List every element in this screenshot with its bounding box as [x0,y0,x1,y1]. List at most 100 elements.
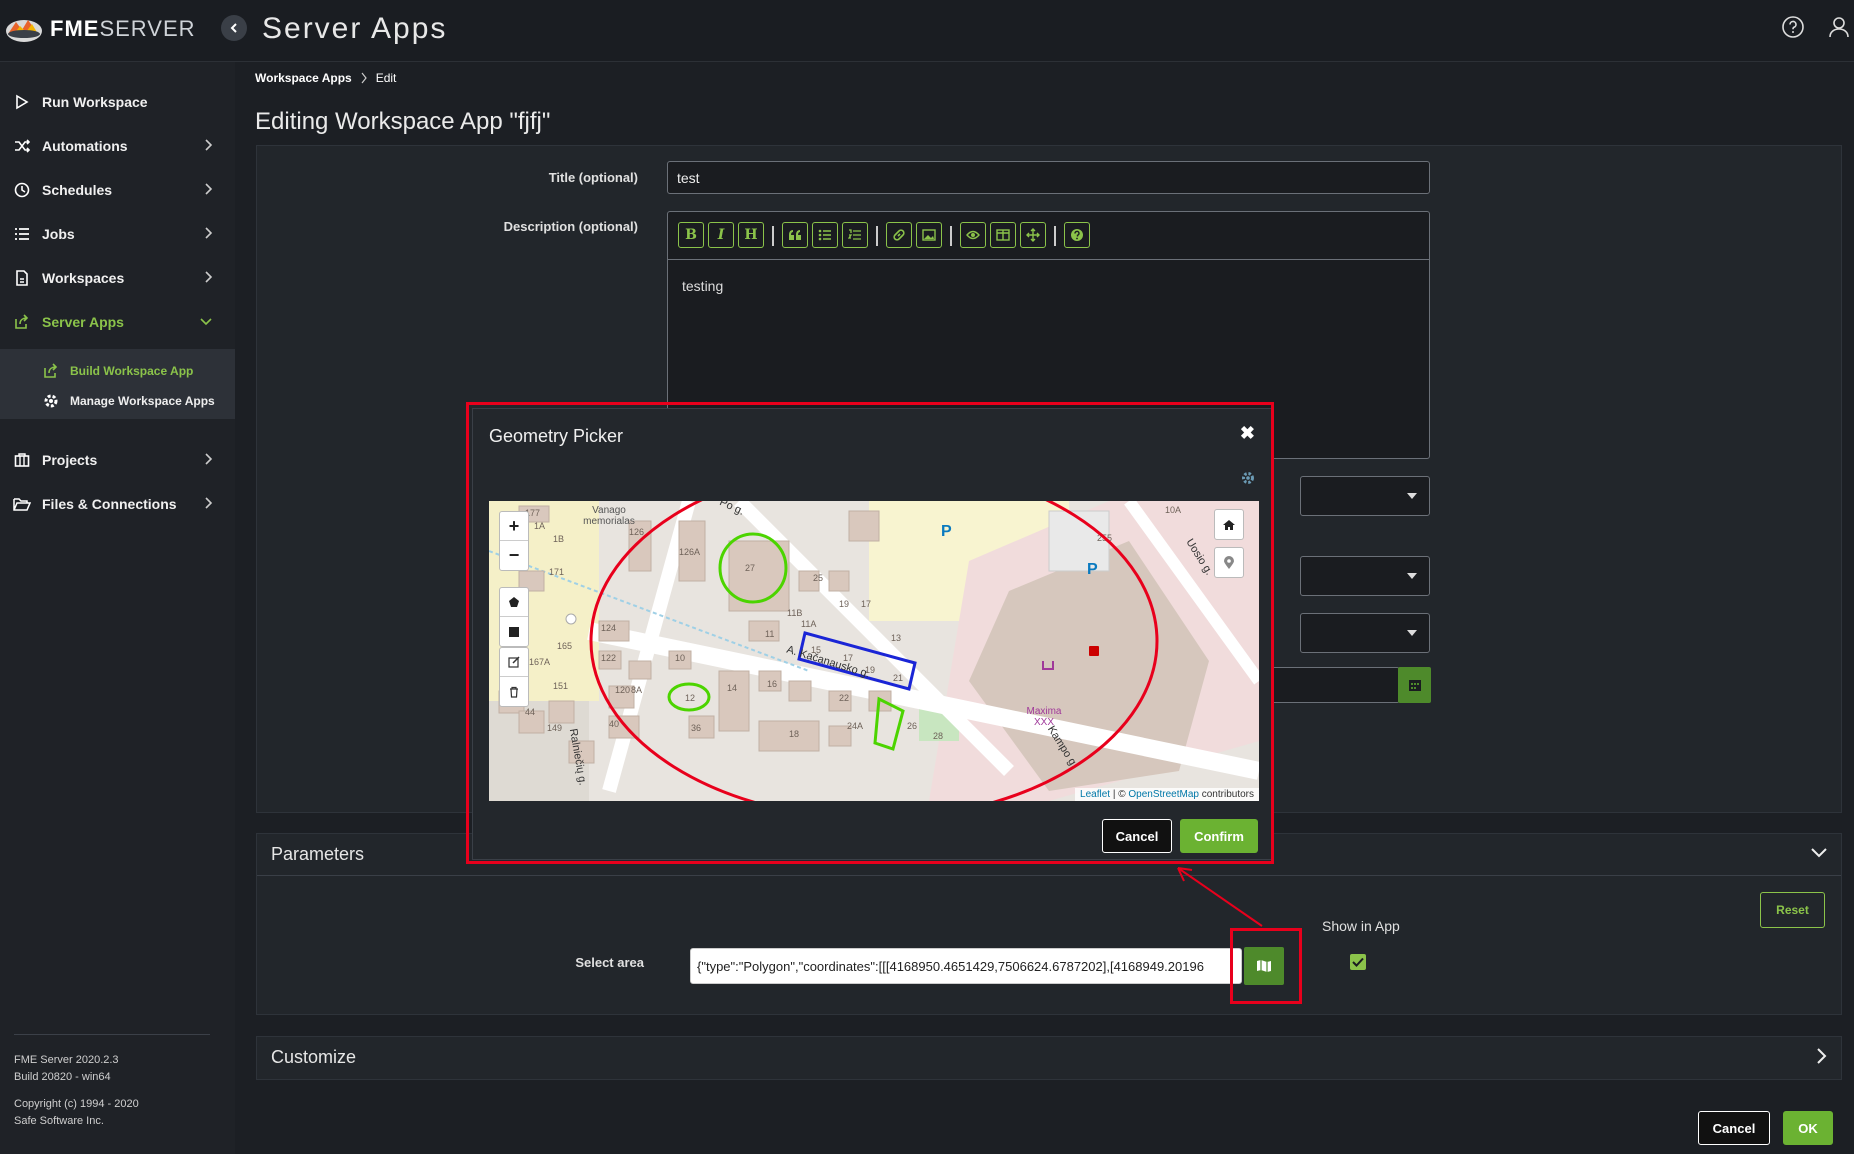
page-heading: Server Apps [262,12,448,45]
editor-toolbar: B I H [668,212,1429,260]
italic-button[interactable]: I [708,222,734,248]
heading-button[interactable]: H [738,222,764,248]
page-title: Editing Workspace App "fjfj" [255,108,551,135]
sidebar-item-label: Jobs [42,226,75,242]
description-label: Description (optional) [503,219,638,234]
sidebar-subnav: Build Workspace App Manage Workspace App… [0,349,235,419]
chevron-right-icon [203,138,213,155]
sidebar-item-build-workspace-app[interactable]: Build Workspace App [42,359,193,383]
description-text: testing [682,278,724,294]
chevron-down-icon[interactable] [1810,846,1840,864]
breadcrumb-link-workspace-apps[interactable]: Workspace Apps [255,71,352,85]
annotation-highlight-map-button [1230,928,1302,1004]
ok-button[interactable]: OK [1783,1111,1833,1145]
select-dropdown-2[interactable] [1300,556,1430,596]
caret-down-icon [1407,573,1417,579]
help-icon[interactable] [1780,14,1806,40]
side-by-side-button[interactable] [990,222,1016,248]
reset-button[interactable]: Reset [1760,892,1825,928]
title-label: Title (optional) [548,170,638,185]
eye-icon [966,230,980,240]
markdown-help-button[interactable] [1064,222,1090,248]
bold-button[interactable]: B [678,222,704,248]
select-dropdown-3[interactable] [1300,613,1430,653]
chevron-right-icon [203,270,213,287]
sidebar-item-jobs[interactable]: Jobs [0,212,235,256]
columns-icon [996,229,1010,241]
breadcrumb: Workspace Apps Edit [255,71,396,85]
chevron-right-icon [203,452,213,469]
sidebar-item-label: Build Workspace App [70,364,194,378]
list-icon [12,224,32,244]
preview-button[interactable] [960,222,986,248]
chevron-right-icon [361,72,367,84]
quote-button[interactable] [782,222,808,248]
list-ul-icon [818,229,831,241]
sidebar-item-automations[interactable]: Automations [0,124,235,168]
sidebar-item-projects[interactable]: Projects [0,438,235,482]
fme-logo-icon[interactable] [4,14,44,44]
sidebar-item-label: Server Apps [42,314,124,330]
arrows-icon [1026,228,1040,242]
sidebar-item-label: Projects [42,452,98,468]
sidebar-item-label: Schedules [42,182,113,198]
calendar-icon [1408,680,1421,691]
annotation-arrow-icon [1177,867,1263,927]
bullet-list-button[interactable] [812,222,838,248]
copyright-text: Copyright (c) 1994 - 2020 [14,1098,139,1110]
select-dropdown-1[interactable] [1300,476,1430,516]
customize-section[interactable] [256,1036,1842,1080]
fullscreen-button[interactable] [1020,222,1046,248]
build-text: Build 20820 - win64 [14,1071,111,1083]
numbered-list-button[interactable] [842,222,868,248]
sidebar-item-label: Run Workspace [42,94,148,110]
sidebar-item-run-workspace[interactable]: Run Workspace [0,80,235,124]
check-icon [1352,957,1364,967]
sidebar-item-manage-workspace-apps[interactable]: Manage Workspace Apps [42,389,215,413]
collapse-sidebar-button[interactable] [221,15,247,41]
sidebar-item-label: Workspaces [42,270,125,286]
select-area-input[interactable]: {"type":"Polygon","coordinates":[[[41689… [690,948,1242,984]
shuffle-icon [12,136,32,156]
select-area-label: Select area [575,955,644,970]
toolbar-divider [876,226,878,246]
image-button[interactable] [916,222,942,248]
chevron-right-icon[interactable] [1816,1047,1828,1070]
chevron-right-icon [203,226,213,243]
sidebar-item-label: Files & Connections [42,496,177,512]
sidebar-divider [14,1034,210,1035]
cancel-button[interactable]: Cancel [1698,1111,1770,1145]
sidebar-item-schedules[interactable]: Schedules [0,168,235,212]
date-input[interactable] [1270,667,1400,703]
toolbar-divider [1054,226,1056,246]
gear-icon [42,392,60,410]
sidebar-item-label: Manage Workspace Apps [70,394,215,408]
show-in-app-checkbox[interactable] [1350,954,1366,970]
sidebar: Run Workspace Automations Schedules Jobs… [0,62,235,1154]
chevron-right-icon [203,182,213,199]
company-text: Safe Software Inc. [14,1115,104,1127]
sidebar-item-files-connections[interactable]: Files & Connections [0,482,235,526]
play-icon [12,92,32,112]
sidebar-item-server-apps[interactable]: Server Apps [0,300,235,344]
parameters-header[interactable]: Parameters [271,844,364,865]
file-icon [12,268,32,288]
sidebar-item-label: Automations [42,138,128,154]
toolbar-divider [950,226,952,246]
share-icon [42,362,60,380]
title-input[interactable]: test [667,161,1430,194]
section-divider [257,875,1841,876]
toolbar-divider [772,226,774,246]
share-icon [12,312,32,332]
user-icon[interactable] [1826,14,1852,40]
folder-open-icon [12,494,32,514]
image-icon [922,229,936,241]
chevron-down-icon [199,314,213,330]
link-button[interactable] [886,222,912,248]
sidebar-item-workspaces[interactable]: Workspaces [0,256,235,300]
chevron-right-icon [203,496,213,513]
calendar-button[interactable] [1398,667,1431,703]
briefcase-icon [12,450,32,470]
question-icon [1071,229,1083,241]
customize-header[interactable]: Customize [271,1047,356,1068]
